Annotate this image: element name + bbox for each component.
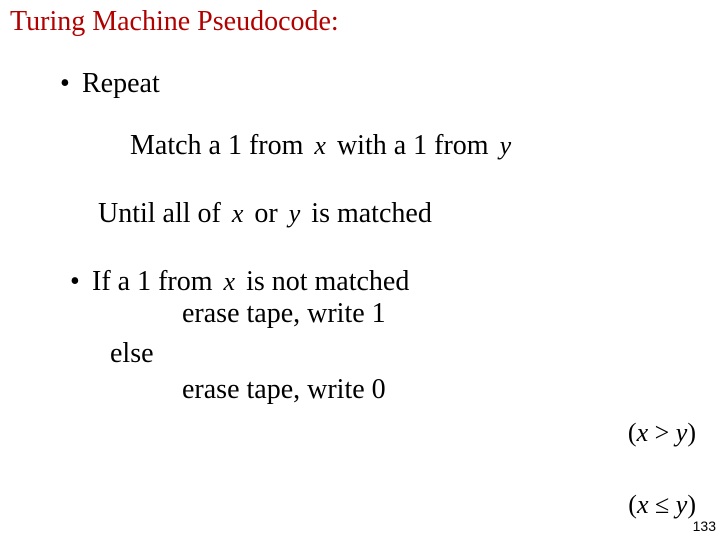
repeat-label: Repeat [82,68,160,99]
else-action: erase tape, write 0 [182,374,710,406]
until-or: or [254,198,277,229]
variable-x: x [228,199,248,229]
until-line: Until all of x or y is matched [98,198,710,230]
slide-title: Turing Machine Pseudocode: [10,6,710,38]
variable-y: y [496,131,516,161]
if-line: •If a 1 from x is not matched [70,266,710,298]
repeat-line: •Repeat [60,68,710,100]
condition-gt: (x > y) [610,418,696,448]
until-pre: Until all of [98,198,221,229]
until-post: is matched [311,198,432,229]
match-line: Match a 1 from x with a 1 from y [130,130,710,162]
if-pre: If a 1 from [92,266,213,297]
variable-x: x [220,267,240,297]
then-action: erase tape, write 1 [182,298,710,330]
variable-x: x [310,131,330,161]
condition-le: (x ≤ y) [610,490,696,520]
if-post: is not matched [246,266,409,297]
match-mid: with a 1 from [337,130,489,161]
page-number: 133 [693,518,716,534]
else-label: else [110,338,710,370]
bullet-dot-icon: • [70,266,92,298]
variable-y: y [285,199,305,229]
match-pre: Match a 1 from [130,130,303,161]
bullet-dot-icon: • [60,68,82,100]
